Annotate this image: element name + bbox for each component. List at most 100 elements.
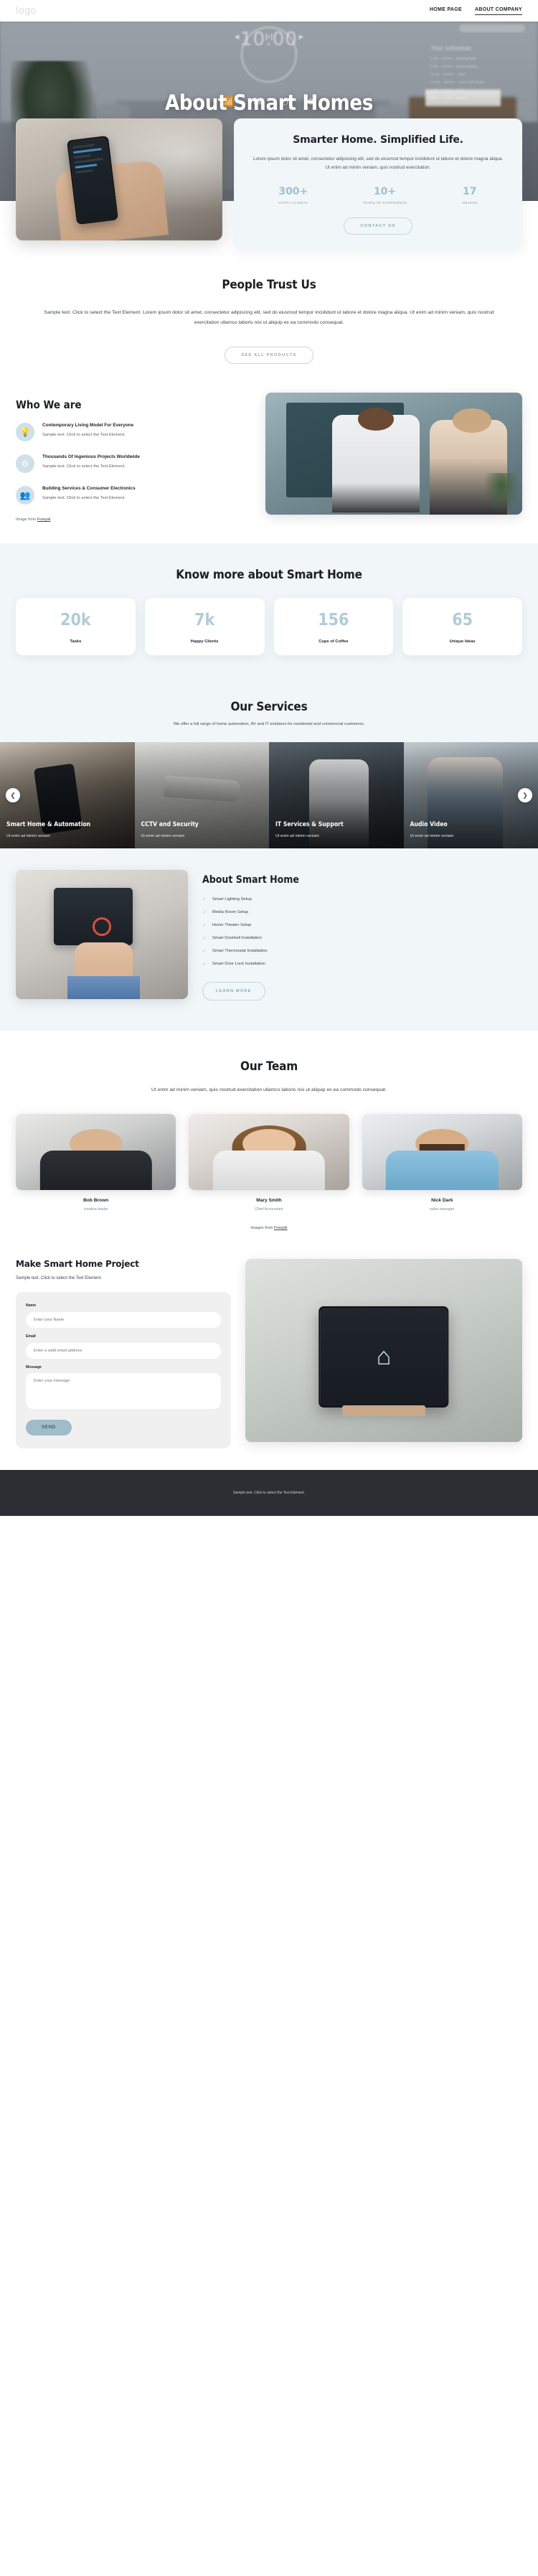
team-member-card: Nick Dark sales manager [362, 1114, 522, 1212]
team-subtitle: Ut enim ad minim veniam, quis nostrud ex… [151, 1087, 387, 1093]
services-title: Our Services [230, 700, 308, 715]
know-more-stats-row: 20k Tasks 7k Happy Clients 156 Cups of C… [0, 598, 538, 656]
learn-more-button[interactable]: LEARN MORE [202, 982, 265, 1001]
checklist-item: ✓ Smart Lighting Setup [202, 896, 522, 902]
who-we-are-title: Who We are [16, 398, 82, 412]
stat-card-cups-of-coffee: 156 Cups of Coffee [273, 598, 394, 656]
avatar [16, 1114, 176, 1191]
feature-item: 👥 Building Services & Consumer Electroni… [16, 486, 253, 505]
page-title: About Smart Homes [164, 90, 373, 115]
schedule-time: 9 AM [430, 65, 438, 68]
service-title: Smart Home & Automation [6, 820, 91, 828]
checklist-label: Smart Thermostat Installation [212, 949, 268, 954]
prev-icon[interactable]: ◀ [235, 33, 240, 41]
photo-sleeve [67, 975, 140, 1000]
tablet-mockup: ⌂ [318, 1306, 449, 1408]
pause-icon[interactable]: ❙❙ [263, 33, 274, 41]
contact-form: Name Email Message SEND [16, 1292, 231, 1449]
service-card-it-services[interactable]: IT Services & Support Ut enim ad minim v… [269, 742, 404, 849]
hero-card-title: Smarter Home. Simplified Life. [293, 134, 463, 146]
thermostat-dial-icon [93, 917, 111, 937]
message-textarea[interactable] [26, 1373, 221, 1410]
schedule-row: 9 AM Board Meeting [430, 65, 525, 68]
team-section: Our Team Ut enim ad minim veniam, quis n… [0, 1059, 538, 1231]
schedule-row: 12 PM Lunch with Family [430, 80, 525, 84]
stat-card-happy-clients: 7k Happy Clients [144, 598, 265, 656]
service-desc: Ut enim ad minim veniam [141, 834, 185, 839]
photo-person-male-head [357, 407, 394, 431]
stat-number: 7k [194, 611, 215, 630]
feature-title: Thousands Of Ingenious Projects Worldwid… [42, 454, 140, 460]
email-input[interactable] [26, 1343, 221, 1359]
schedule-task: Board Meeting [456, 65, 478, 68]
feature-desc: Sample text. Click to select the Text El… [42, 496, 126, 501]
schedule-task: Lunch with Family [458, 80, 485, 84]
site-logo[interactable]: logo [16, 6, 37, 17]
stat-label: AWARDS [461, 200, 478, 205]
checklist-item: ✓ Home Theater Setup [202, 922, 522, 928]
stat-label: Unique Ideas [449, 640, 476, 645]
team-title: Our Team [240, 1059, 298, 1074]
field-message: Message [26, 1365, 221, 1413]
checklist-item: ✓ Smart Doorbell Installation [202, 935, 522, 941]
check-icon: ✓ [202, 962, 207, 968]
phone-ui-line [74, 158, 103, 164]
freepik-link[interactable]: Freepik [37, 517, 51, 522]
service-caption: CCTV and Security Ut enim ad minim venia… [141, 821, 263, 839]
hero-schedule-title: Your schedule [430, 45, 471, 52]
member-name: Nick Dark [431, 1198, 453, 1204]
feature-title: Building Services & Consumer Electronics [42, 486, 136, 492]
stat-number: 156 [318, 611, 349, 630]
about-body: About Smart Home ✓ Smart Lighting Setup … [202, 870, 522, 1001]
feature-desc: Sample text. Click to select the Text El… [42, 433, 126, 438]
about-title: About Smart Home [202, 874, 299, 886]
contact-title: Make Smart Home Project [16, 1259, 139, 1270]
about-smart-home-section: About Smart Home ✓ Smart Lighting Setup … [0, 848, 538, 1031]
email-label: Email [26, 1334, 36, 1339]
who-we-are-photo [265, 393, 522, 515]
photo-plant [483, 473, 520, 515]
hero-photo-card [16, 118, 222, 240]
hero-cards-row: Smarter Home. Simplified Life. Lorem ips… [0, 118, 538, 250]
play-icon[interactable]: ▶ [299, 33, 304, 41]
checklist-label: Smart Door Lock Installation [212, 962, 265, 967]
service-card-cctv[interactable]: CCTV and Security Ut enim ad minim venia… [134, 742, 269, 849]
know-more-section: Know more about Smart Home 20k Tasks 7k … [0, 543, 538, 685]
see-all-products-button[interactable]: SEE ALL PRODUCTS [225, 347, 313, 365]
service-card-smart-home[interactable]: Smart Home & Automation Ut enim ad minim… [0, 742, 135, 849]
stat-years-experience: 10+ YEARS OF EXPERIENCE [363, 186, 407, 206]
service-caption: Smart Home & Automation Ut enim ad minim… [6, 821, 128, 839]
freepik-link[interactable]: Freepik [274, 1226, 288, 1230]
contact-us-button[interactable]: CONTACT US [344, 217, 412, 235]
hero-info-card: Smarter Home. Simplified Life. Lorem ips… [234, 118, 522, 250]
service-title: CCTV and Security [141, 820, 199, 828]
nav-item-about-company[interactable]: ABOUT COMPANY [475, 7, 522, 15]
contact-photo: ⌂ [245, 1259, 522, 1443]
phone-ui-line [72, 144, 95, 149]
team-member-card: Mary Smith Chief Accountant [189, 1114, 349, 1212]
schedule-divider [443, 82, 456, 83]
field-email: Email [26, 1334, 221, 1359]
schedule-time: 12 PM [430, 80, 440, 84]
schedule-row: 8 AM Morning Walk [430, 57, 525, 60]
member-name: Mary Smith [256, 1198, 282, 1204]
stat-awards: 17 AWARDS [462, 186, 478, 206]
phone-ui-line [72, 148, 102, 154]
checklist-item: ✓ Media Room Setup [202, 909, 522, 915]
checklist-label: Media Room Setup [212, 910, 249, 915]
send-button[interactable]: SEND [26, 1420, 72, 1436]
chevron-right-icon[interactable]: ❯ [518, 788, 532, 803]
check-icon: ✓ [202, 897, 207, 903]
name-input[interactable] [26, 1312, 221, 1329]
member-role: sales manager [430, 1207, 455, 1212]
check-icon: ✓ [202, 923, 207, 929]
about-row: About Smart Home ✓ Smart Lighting Setup … [0, 870, 538, 1001]
nav-item-home-page[interactable]: HOME PAGE [430, 7, 462, 14]
chevron-left-icon[interactable]: ❮ [6, 788, 20, 803]
stat-number: 17 [462, 185, 477, 197]
avatar-body [39, 1150, 152, 1191]
